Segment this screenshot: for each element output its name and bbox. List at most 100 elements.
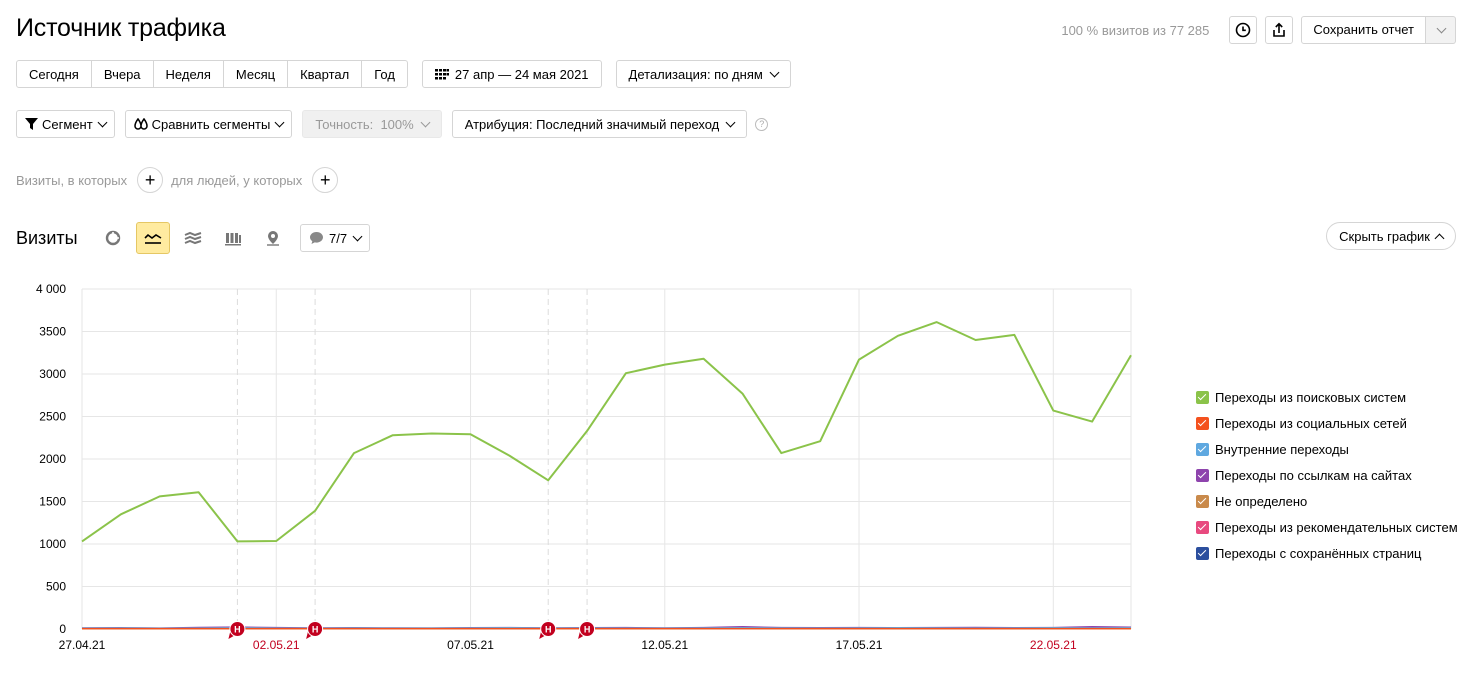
add-visit-filter-button[interactable]: + (137, 167, 164, 193)
y-tick-label: 3500 (39, 325, 66, 339)
chevron-down-icon (769, 67, 780, 77)
pie-chart-icon (105, 230, 121, 246)
pie-chart-view-button[interactable] (96, 222, 130, 254)
stacked-area-view-button[interactable] (176, 222, 210, 254)
checkbox-icon (1196, 494, 1209, 508)
chevron-down-icon (274, 117, 285, 127)
hide-chart-button[interactable]: Скрыть график (1326, 222, 1456, 250)
line-chart-icon (144, 233, 162, 244)
date-range-button[interactable]: 27 апр — 24 мая 2021 (421, 60, 602, 88)
chevron-down-icon (352, 231, 363, 241)
legend-item[interactable]: Переходы с сохранённых страниц (1196, 540, 1458, 566)
y-tick-label: 0 (59, 622, 66, 636)
y-tick-label: 1500 (39, 495, 66, 509)
chart-legend: Переходы из поисковых систем Переходы из … (1196, 384, 1458, 566)
filters-row: Визиты, в которых + для людей, у которых… (16, 167, 346, 193)
map-pin-icon (267, 231, 279, 246)
checkbox-icon (1196, 546, 1209, 560)
notes-dropdown[interactable]: 7/7 (300, 224, 371, 252)
legend-label: Переходы с сохранённых страниц (1215, 545, 1422, 561)
x-tick-label: 12.05.21 (641, 638, 688, 652)
legend-label: Переходы по ссылкам на сайтах (1215, 467, 1412, 483)
y-tick-label: 500 (46, 580, 66, 594)
y-tick-label: 3000 (39, 367, 66, 381)
column-chart-icon (225, 232, 241, 245)
save-report-menu-button[interactable] (1426, 16, 1456, 44)
chevron-down-icon (420, 117, 431, 127)
period-button[interactable]: Год (361, 60, 408, 88)
chart-type-switcher (96, 222, 290, 254)
period-toolbar: Сегодня Вчера Неделя Месяц Квартал Год 27 апр… (16, 60, 791, 88)
segment-toolbar: Сегмент Сравнить сегменты Точность: 100%… (16, 110, 769, 138)
detail-label: Детализация: по дням (628, 66, 763, 82)
y-tick-label: 4 000 (36, 282, 66, 296)
series-line (81, 321, 1132, 543)
legend-item[interactable]: Переходы из рекомендательных систем (1196, 514, 1458, 540)
x-tick-label: 02.05.21 (253, 638, 300, 652)
export-button[interactable] (1265, 16, 1294, 44)
legend-label: Внутренние переходы (1215, 441, 1349, 457)
save-report-group: Сохранить отчет (1301, 16, 1456, 44)
add-people-filter-button[interactable]: + (312, 167, 339, 193)
x-tick-label: 27.04.21 (59, 638, 106, 652)
annotation-marker-label: Н (234, 625, 241, 635)
annotation-marker-label: Н (584, 625, 591, 635)
compare-label: Сравнить сегменты (151, 116, 271, 132)
visits-filter-label: Визиты, в которых (16, 172, 128, 188)
legend-item[interactable]: Не определено (1196, 488, 1458, 514)
accuracy-dropdown[interactable]: Точность: 100% (302, 110, 442, 138)
hide-chart-label: Скрыть график (1339, 228, 1430, 244)
checkbox-icon (1196, 468, 1209, 482)
legend-label: Не определено (1215, 493, 1308, 509)
save-report-button[interactable]: Сохранить отчет (1301, 16, 1426, 44)
legend-item[interactable]: Переходы из поисковых систем (1196, 384, 1458, 410)
legend-item[interactable]: Внутренние переходы (1196, 436, 1458, 462)
detail-dropdown[interactable]: Детализация: по дням (615, 60, 791, 88)
chart-section-title: Визиты (16, 228, 78, 248)
period-button[interactable]: Неделя (152, 60, 224, 88)
chevron-down-icon (725, 117, 736, 127)
checkbox-icon (1196, 520, 1209, 534)
attribution-label: Атрибуция: Последний значимый переход (464, 116, 720, 132)
notes-count: 7/7 (329, 230, 348, 246)
filter-icon (25, 118, 38, 130)
checkbox-icon (1196, 442, 1209, 456)
segment-label: Сегмент (42, 116, 93, 132)
clock-icon (1236, 22, 1251, 38)
line-chart-view-button[interactable] (136, 222, 170, 254)
header-actions: 100 % визитов из 77 285 Сохранить отчет (1061, 16, 1456, 44)
plus-icon: + (320, 170, 331, 190)
annotation-marker-label: Н (312, 625, 319, 635)
chevron-down-icon (1436, 23, 1447, 33)
accuracy-label: Точность: 100% (315, 116, 414, 132)
period-button[interactable]: Месяц (222, 60, 289, 88)
period-button[interactable]: Вчера (90, 60, 154, 88)
period-button[interactable]: Сегодня (16, 60, 92, 88)
people-filter-label: для людей, у которых (171, 172, 303, 188)
y-tick-label: 2500 (39, 410, 66, 424)
legend-label: Переходы из социальных сетей (1215, 415, 1407, 431)
plus-icon: + (144, 170, 156, 190)
chevron-up-icon (1434, 233, 1445, 243)
period-button[interactable]: Квартал (287, 60, 363, 88)
attribution-dropdown[interactable]: Атрибуция: Последний значимый переход (451, 110, 748, 138)
visits-line-chart: 4 000 3500 3000 2500 2000 1500 1000 500 0 27.04.2… (36, 282, 1132, 652)
history-button[interactable] (1229, 16, 1258, 44)
drops-icon (133, 117, 148, 130)
period-buttons: Сегодня Вчера Неделя Месяц Квартал Год (16, 60, 408, 88)
chevron-down-icon (97, 117, 108, 127)
legend-item[interactable]: Переходы по ссылкам на сайтах (1196, 462, 1458, 488)
visits-share-label: 100 % визитов из 77 285 (1061, 22, 1210, 38)
x-tick-label: 17.05.21 (836, 638, 883, 652)
page-title: Источник трафика (16, 14, 226, 42)
legend-label: Переходы из поисковых систем (1215, 389, 1407, 405)
legend-item[interactable]: Переходы из социальных сетей (1196, 410, 1458, 436)
compare-segments-dropdown[interactable]: Сравнить сегменты (124, 110, 293, 138)
segment-dropdown[interactable]: Сегмент (16, 110, 115, 138)
share-icon (1273, 22, 1286, 37)
x-tick-label: 22.05.21 (1030, 638, 1077, 652)
column-chart-view-button[interactable] (216, 222, 250, 254)
map-view-button[interactable] (256, 222, 290, 254)
stacked-area-icon (184, 231, 202, 245)
help-icon[interactable]: ? (755, 117, 769, 131)
